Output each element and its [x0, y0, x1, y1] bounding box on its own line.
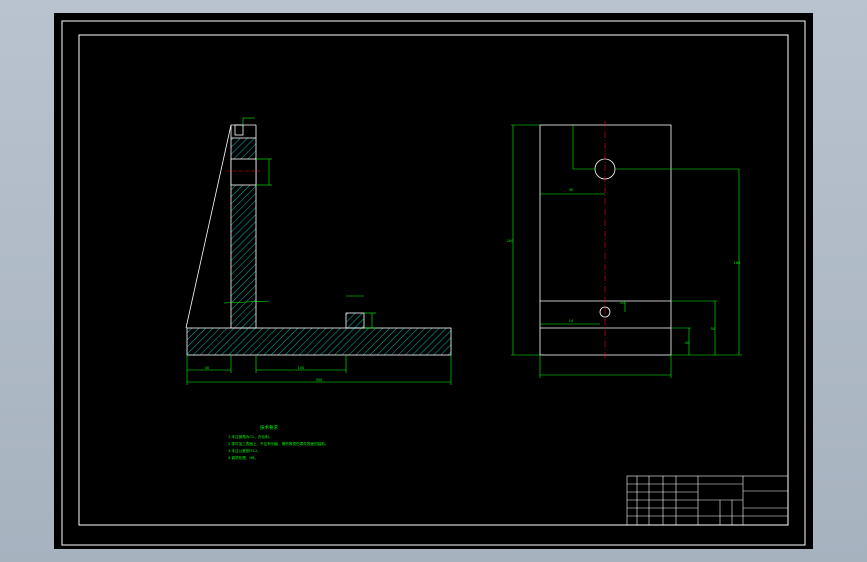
top-hole-slot: [230, 158, 257, 186]
side-outline: [539, 124, 672, 356]
tech-req-title: 技术要求: [260, 424, 278, 431]
dim-40: 40: [685, 341, 689, 345]
cad-drawing-canvas: 40 100 300 200 160 50 40 30 14 技术要求 1.未注…: [61, 20, 806, 546]
dim-14: 14: [569, 319, 574, 323]
dim-50: 50: [711, 327, 715, 331]
title-block: [626, 475, 789, 526]
dim-160: 160: [734, 261, 741, 265]
dim-300: 300: [316, 378, 323, 382]
technical-requirements: 技术要求 1.未注倒角为C1，去毛刺。 2.零件加工表面上，不应有划痕、擦伤等损…: [228, 424, 328, 460]
sheet-outer-border: [61, 20, 806, 546]
tech-req-line-2: 2.零件加工表面上，不应有划痕、擦伤等损伤零件表面的缺陷。: [228, 441, 328, 446]
base-plate-section: [186, 327, 452, 356]
top-notch: [234, 124, 244, 136]
front-section-view: 40 100 300: [185, 117, 452, 385]
tech-req-line-1: 1.未注倒角为C1，去毛刺。: [228, 434, 272, 439]
drawing-viewport[interactable]: 40 100 300 200 160 50 40 30 14 技术要求 1.未注…: [54, 13, 813, 549]
rib-edge: [185, 124, 232, 329]
dim-30: 30: [569, 188, 573, 192]
sheet-inner-border: [78, 34, 789, 526]
tech-req-line-3: 3.未注公差按IT12。: [228, 448, 261, 453]
side-view: 200 160 50 40 30 14: [507, 121, 742, 378]
small-boss-section: [345, 312, 365, 329]
dim-200: 200: [507, 239, 514, 243]
tech-req-line-4: 4.调质处理，HB。: [228, 455, 258, 460]
dim-40: 40: [205, 366, 209, 370]
dim-100: 100: [298, 366, 305, 370]
